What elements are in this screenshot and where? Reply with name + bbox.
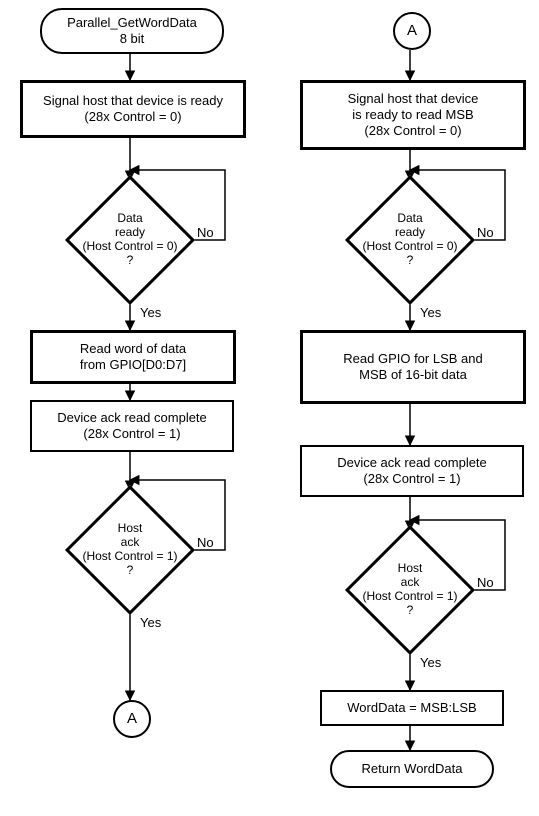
right-word-label: WordData = MSB:LSB	[347, 700, 476, 716]
left-d1-no: No	[197, 225, 214, 240]
right-signal-l1: Signal host that device	[348, 91, 479, 107]
right-conn-label: A	[407, 22, 417, 41]
left-ack-box: Device ack read complete (28x Control = …	[30, 400, 234, 452]
right-d2-l4: ?	[407, 604, 414, 618]
left-read-l2: from GPIO[D0:D7]	[80, 357, 186, 373]
left-d2-no: No	[197, 535, 214, 550]
start-terminal: Parallel_GetWordData 8 bit	[40, 8, 224, 54]
left-connector-a: A	[113, 700, 151, 738]
right-d2-no: No	[477, 575, 494, 590]
right-d1-yes: Yes	[420, 305, 441, 320]
start-line2: 8 bit	[120, 31, 145, 47]
right-signal-l2: is ready to read MSB	[352, 107, 473, 123]
right-signal-box: Signal host that device is ready to read…	[300, 80, 526, 150]
return-label: Return WordData	[362, 761, 463, 777]
right-d2-l3: (Host Control = 1)	[362, 590, 457, 604]
right-host-ack-decision: Host ack (Host Control = 1) ?	[350, 530, 470, 650]
right-d2-yes: Yes	[420, 655, 441, 670]
left-d2-l2: ack	[121, 536, 140, 550]
left-d2-yes: Yes	[140, 615, 161, 630]
right-data-ready-decision: Data ready (Host Control = 0) ?	[350, 180, 470, 300]
left-data-ready-decision: Data ready (Host Control = 0) ?	[70, 180, 190, 300]
left-read-l1: Read word of data	[80, 341, 186, 357]
right-read-l2: MSB of 16-bit data	[359, 367, 467, 383]
right-worddata-box: WordData = MSB:LSB	[320, 690, 504, 726]
right-d1-l1: Data	[397, 212, 422, 226]
left-d1-l3: (Host Control = 0)	[82, 240, 177, 254]
left-ack-l1: Device ack read complete	[57, 410, 207, 426]
left-d1-yes: Yes	[140, 305, 161, 320]
right-d2-l2: ack	[401, 576, 420, 590]
left-conn-label: A	[127, 710, 137, 729]
right-connector-a: A	[393, 12, 431, 50]
right-ack-box: Device ack read complete (28x Control = …	[300, 445, 524, 497]
return-terminal: Return WordData	[330, 750, 494, 788]
left-d2-l4: ?	[127, 564, 134, 578]
start-line1: Parallel_GetWordData	[67, 15, 197, 31]
right-d2-l1: Host	[398, 562, 423, 576]
left-ack-l2: (28x Control = 1)	[83, 426, 180, 442]
right-signal-l3: (28x Control = 0)	[364, 123, 461, 139]
left-d2-l1: Host	[118, 522, 143, 536]
left-d1-l1: Data	[117, 212, 142, 226]
right-read-box: Read GPIO for LSB and MSB of 16-bit data	[300, 330, 526, 404]
left-d2-l3: (Host Control = 1)	[82, 550, 177, 564]
right-read-l1: Read GPIO for LSB and	[343, 351, 482, 367]
right-d1-l3: (Host Control = 0)	[362, 240, 457, 254]
right-ack-l2: (28x Control = 1)	[363, 471, 460, 487]
left-d1-l4: ?	[127, 254, 134, 268]
right-ack-l1: Device ack read complete	[337, 455, 487, 471]
right-d1-l2: ready	[395, 226, 425, 240]
right-d1-l4: ?	[407, 254, 414, 268]
right-d1-no: No	[477, 225, 494, 240]
left-host-ack-decision: Host ack (Host Control = 1) ?	[70, 490, 190, 610]
left-read-box: Read word of data from GPIO[D0:D7]	[30, 330, 236, 384]
left-signal-l1: Signal host that device is ready	[43, 93, 223, 109]
left-signal-box: Signal host that device is ready (28x Co…	[20, 80, 246, 138]
left-signal-l2: (28x Control = 0)	[84, 109, 181, 125]
left-d1-l2: ready	[115, 226, 145, 240]
flowchart-page: Parallel_GetWordData 8 bit Signal host t…	[0, 0, 539, 816]
